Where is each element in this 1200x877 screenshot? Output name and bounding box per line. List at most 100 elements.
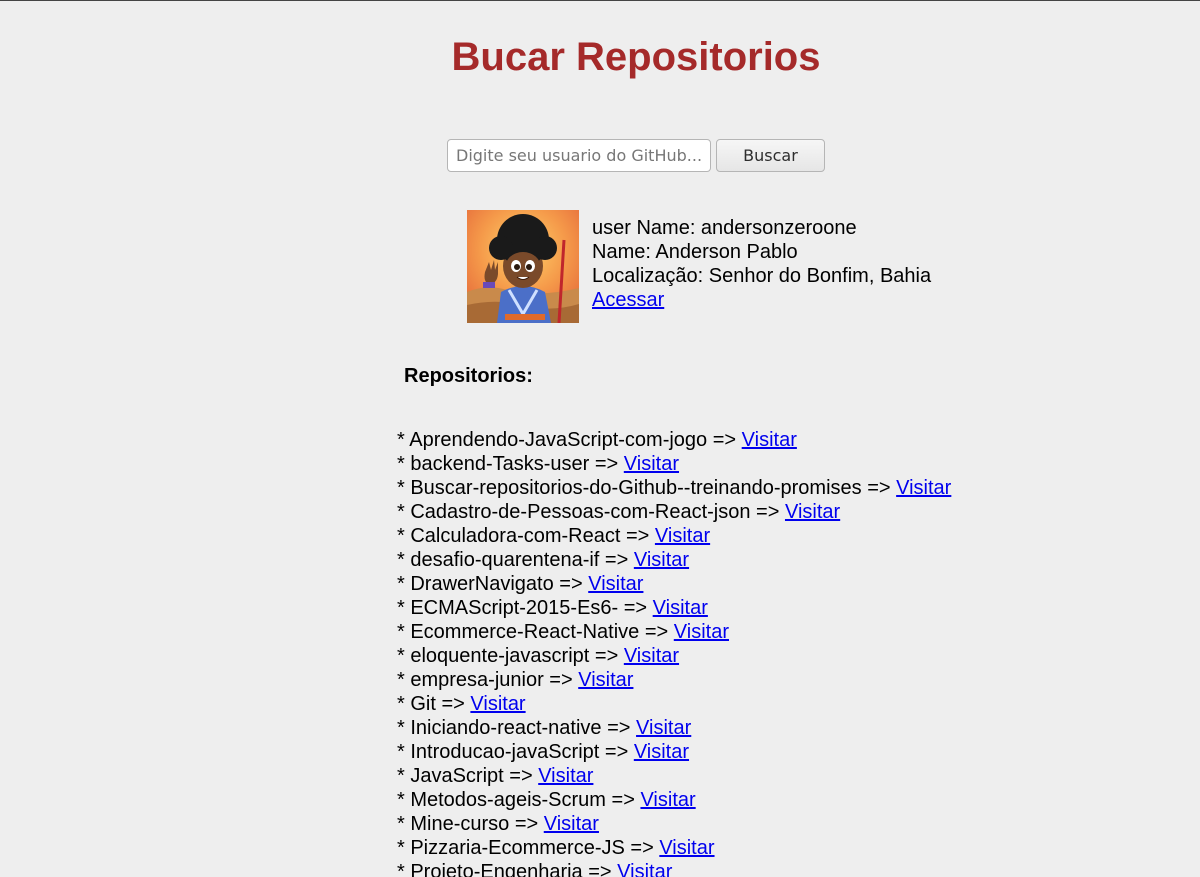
repo-visit-link[interactable]: Visitar (634, 741, 689, 763)
repo-separator: => (599, 741, 634, 763)
repo-separator: => (582, 861, 618, 877)
profile-link[interactable]: Acessar (592, 289, 664, 311)
repo-bullet: * (397, 669, 411, 691)
repo-bullet: * (397, 549, 411, 571)
repo-bullet: * (397, 813, 411, 835)
repo-name: DrawerNavigato (410, 573, 554, 595)
repo-name: Aprendendo-JavaScript-com-jogo (409, 429, 708, 451)
page-title: Bucar Repositorios (451, 35, 821, 79)
repo-bullet: * (397, 573, 411, 595)
search-button[interactable]: Buscar (716, 139, 825, 172)
repo-bullet: * (397, 693, 411, 715)
repo-visit-link[interactable]: Visitar (640, 789, 695, 811)
repo-visit-link[interactable]: Visitar (578, 669, 633, 691)
repo-item: * Calculadora-com-React => Visitar (397, 524, 951, 548)
repo-visit-link[interactable]: Visitar (617, 861, 672, 877)
repo-visit-link[interactable]: Visitar (588, 573, 643, 595)
repo-item: * Mine-curso => Visitar (397, 812, 951, 836)
repo-name: Pizzaria-Ecommerce-JS (410, 837, 625, 859)
search-input[interactable] (447, 139, 711, 172)
profile-details: user Name: andersonzeroone Name: Anderso… (592, 216, 931, 323)
profile-username: user Name: andersonzeroone (592, 217, 857, 239)
repo-bullet: * (397, 429, 410, 451)
repo-name: ECMAScript-2015-Es6- (410, 597, 619, 619)
avatar (467, 210, 579, 323)
repo-name: Introducao-javaScript (410, 741, 600, 763)
repo-name: Iniciando-react-native (410, 717, 602, 739)
repo-visit-link[interactable]: Visitar (785, 501, 840, 523)
repo-bullet: * (397, 501, 411, 523)
repo-separator: => (599, 549, 634, 571)
repo-bullet: * (397, 765, 411, 787)
repo-visit-link[interactable]: Visitar (742, 429, 797, 451)
profile-location: Localização: Senhor do Bonfim, Bahia (592, 265, 932, 287)
repo-bullet: * (397, 789, 411, 811)
repo-visit-link[interactable]: Visitar (538, 765, 593, 787)
repo-name: backend-Tasks-user (410, 453, 590, 475)
repo-bullet: * (397, 837, 411, 859)
repo-name: desafio-quarentena-if (410, 549, 600, 571)
repo-bullet: * (397, 861, 411, 877)
repo-bullet: * (397, 525, 411, 547)
repo-separator: => (620, 525, 655, 547)
repo-separator: => (618, 597, 653, 619)
repo-visit-link[interactable]: Visitar (470, 693, 525, 715)
repo-name: Calculadora-com-React (410, 525, 621, 547)
repo-name: Git (410, 693, 436, 715)
profile-name: Name: Anderson Pablo (592, 241, 798, 263)
repo-bullet: * (397, 645, 411, 667)
repo-separator: => (601, 717, 637, 739)
search-bar: Buscar (447, 139, 825, 172)
repo-item: * Projeto-Engenharia => Visitar (397, 860, 951, 877)
repo-bullet: * (397, 453, 411, 475)
repo-item: * empresa-junior => Visitar (397, 668, 951, 692)
repo-visit-link[interactable]: Visitar (653, 597, 708, 619)
repo-visit-link[interactable]: Visitar (544, 813, 599, 835)
repo-name: Metodos-ageis-Scrum (410, 789, 606, 811)
repo-separator: => (589, 645, 624, 667)
repo-item: * backend-Tasks-user => Visitar (397, 452, 951, 476)
repo-separator: => (543, 669, 579, 691)
repo-visit-link[interactable]: Visitar (674, 621, 729, 643)
repo-item: * Cadastro-de-Pessoas-com-React-json => … (397, 500, 951, 524)
repos-heading: Repositorios: (404, 365, 533, 387)
repo-item: * Pizzaria-Ecommerce-JS => Visitar (397, 836, 951, 860)
repo-name: Mine-curso (410, 813, 510, 835)
repo-name: Ecommerce-React-Native (410, 621, 640, 643)
repo-separator: => (503, 765, 539, 787)
repo-item: * Introducao-javaScript => Visitar (397, 740, 951, 764)
repo-name: Buscar-repositorios-do-Github--treinando… (410, 477, 862, 499)
repo-name: eloquente-javascript (410, 645, 590, 667)
repo-visit-link[interactable]: Visitar (624, 645, 679, 667)
repo-visit-link[interactable]: Visitar (659, 837, 714, 859)
repo-item: * eloquente-javascript => Visitar (397, 644, 951, 668)
repo-bullet: * (397, 597, 411, 619)
repo-item: * Buscar-repositorios-do-Github--treinan… (397, 476, 951, 500)
repo-name: Cadastro-de-Pessoas-com-React-json (410, 501, 751, 523)
repo-item: * Aprendendo-JavaScript-com-jogo => Visi… (397, 428, 951, 452)
repo-item: * Iniciando-react-native => Visitar (397, 716, 951, 740)
repo-bullet: * (397, 741, 411, 763)
repo-separator: => (509, 813, 544, 835)
repo-visit-link[interactable]: Visitar (655, 525, 710, 547)
repo-separator: => (750, 501, 785, 523)
repo-item: * Ecommerce-React-Native => Visitar (397, 620, 951, 644)
repo-separator: => (624, 837, 660, 859)
repo-item: * ECMAScript-2015-Es6- => Visitar (397, 596, 951, 620)
repo-separator: => (553, 573, 589, 595)
repo-visit-link[interactable]: Visitar (634, 549, 689, 571)
repo-name: empresa-junior (410, 669, 544, 691)
repo-name: Projeto-Engenharia (410, 861, 583, 877)
repo-item: * JavaScript => Visitar (397, 764, 951, 788)
repo-visit-link[interactable]: Visitar (896, 477, 951, 499)
repo-item: * Metodos-ageis-Scrum => Visitar (397, 788, 951, 812)
repo-separator: => (639, 621, 674, 643)
repo-list: * Aprendendo-JavaScript-com-jogo => Visi… (397, 428, 951, 877)
repo-name: JavaScript (410, 765, 504, 787)
repo-bullet: * (397, 621, 411, 643)
repo-visit-link[interactable]: Visitar (636, 717, 691, 739)
repo-bullet: * (397, 717, 411, 739)
repo-separator: => (861, 477, 897, 499)
repo-separator: => (435, 693, 471, 715)
repo-visit-link[interactable]: Visitar (624, 453, 679, 475)
